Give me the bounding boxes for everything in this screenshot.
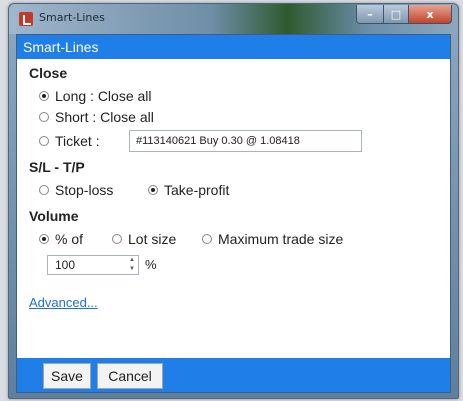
radio-button[interactable] — [112, 234, 122, 244]
radio-label: Maximum trade size — [218, 231, 344, 247]
close-button[interactable]: x — [409, 5, 452, 24]
radio-take-profit[interactable]: Take-profit — [148, 182, 229, 198]
radio-label: Lot size — [128, 231, 177, 247]
radio-long-close-all[interactable]: Long : Close all — [39, 88, 152, 104]
advanced-link[interactable]: Advanced... — [29, 295, 98, 310]
radio-button-checked[interactable] — [148, 185, 158, 195]
radio-button[interactable] — [39, 112, 49, 122]
spin-down-icon[interactable]: ▼ — [127, 266, 137, 273]
radio-maximum-trade-size[interactable]: Maximum trade size — [202, 231, 343, 247]
radio-label: Long : Close all — [55, 88, 152, 104]
spin-buttons: ▲ ▼ — [127, 257, 137, 273]
close-section-title: Close — [29, 65, 68, 81]
radio-button[interactable] — [39, 136, 49, 146]
ticket-field[interactable]: #113140621 Buy 0.30 @ 1.08418 — [129, 130, 362, 152]
save-button[interactable]: Save — [43, 363, 91, 389]
window-controls: – □ x — [356, 5, 452, 24]
volume-unit: % — [145, 257, 157, 272]
radio-short-close-all[interactable]: Short : Close all — [39, 109, 154, 125]
radio-ticket[interactable]: Ticket : #113140621 Buy 0.30 @ 1.08418 — [39, 130, 369, 152]
maximize-icon: □ — [390, 7, 402, 21]
radio-label: Short : Close all — [55, 109, 154, 125]
window-title: Smart-Lines — [39, 11, 105, 24]
radio-label: Take-profit — [164, 182, 230, 198]
radio-button-checked[interactable] — [39, 91, 49, 101]
dialog-content: Close Long : Close all Short : Close all… — [17, 59, 450, 357]
app-icon — [19, 12, 33, 26]
minimize-button[interactable]: – — [356, 5, 384, 24]
close-icon: x — [426, 7, 434, 21]
radio-button[interactable] — [39, 185, 49, 195]
volume-section-title: Volume — [29, 208, 79, 224]
radio-button[interactable] — [202, 234, 212, 244]
radio-label: % of — [55, 231, 84, 247]
window-titlebar[interactable]: Smart-Lines – □ x — [9, 4, 458, 34]
sltp-section-title: S/L - T/P — [29, 159, 85, 175]
dialog-frame: Smart-Lines Close Long : Close all Short… — [16, 34, 451, 393]
radio-lot-size[interactable]: Lot size — [112, 231, 176, 247]
minimize-icon: – — [367, 7, 373, 21]
dialog-header: Smart-Lines — [17, 35, 450, 59]
cancel-button[interactable]: Cancel — [97, 363, 163, 389]
volume-amount-value: 100 — [55, 258, 76, 272]
radio-percent-of[interactable]: % of — [39, 231, 83, 247]
radio-button-checked[interactable] — [39, 234, 49, 244]
dialog-footer: Save Cancel — [17, 358, 450, 392]
maximize-button[interactable]: □ — [384, 5, 409, 24]
spin-up-icon[interactable]: ▲ — [127, 257, 137, 264]
volume-amount-input[interactable]: 100 ▲ ▼ — [47, 255, 139, 275]
radio-label: Stop-loss — [55, 182, 114, 198]
radio-label: Ticket : — [55, 133, 100, 149]
app-window: Smart-Lines – □ x Smart-Lines Close Long… — [8, 3, 459, 399]
radio-stop-loss[interactable]: Stop-loss — [39, 182, 113, 198]
